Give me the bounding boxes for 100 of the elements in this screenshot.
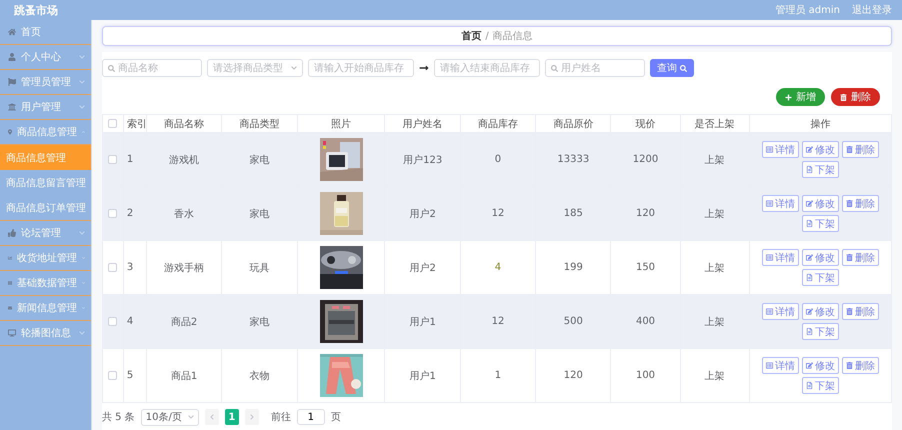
chevron-right-icon [248, 414, 255, 420]
row-action-button[interactable]: 详情 [762, 303, 799, 320]
logout-link[interactable]: 退出登录 [852, 3, 892, 17]
table-cell: 玩具 [249, 262, 270, 274]
sidebar-item[interactable]: 个人中心 [0, 45, 91, 70]
previous-page-button[interactable] [204, 409, 219, 425]
chevron-icon [188, 414, 194, 420]
list-icon [766, 146, 773, 153]
row-action-button[interactable]: 下架 [802, 215, 839, 232]
sidebar-subitem[interactable]: 商品信息留言管理 [0, 170, 91, 195]
table-cell: 用户2 [409, 262, 436, 274]
table-cell: 用户1 [409, 370, 436, 382]
search-icon [680, 64, 687, 72]
table-cell: 上架 [704, 154, 725, 166]
row-action-button[interactable]: 删除 [842, 249, 879, 266]
trash-icon [846, 308, 853, 315]
edit-icon [806, 146, 813, 153]
edit-icon [806, 200, 813, 207]
trash-icon [840, 94, 847, 100]
total-count: 共 5 条 [102, 410, 135, 424]
table-cell: 上架 [704, 262, 725, 274]
row-action-button[interactable]: 下架 [802, 323, 839, 340]
column-header: 用户姓名 [402, 118, 443, 130]
breadcrumb-item[interactable]: 首页 [461, 29, 482, 43]
row-action-button[interactable]: 修改 [802, 141, 839, 158]
row-action-button[interactable]: 删除 [842, 303, 879, 320]
row-action-button[interactable]: 详情 [762, 249, 799, 266]
column-header: 索引 [126, 118, 147, 130]
page-number-button[interactable]: 1 [224, 409, 239, 425]
row-checkbox[interactable] [108, 208, 118, 218]
plus-icon [785, 94, 792, 100]
edit-icon [806, 254, 813, 261]
app-title: 跳蚤市场 [14, 2, 58, 18]
row-action-button[interactable]: 下架 [802, 269, 839, 286]
table-cell: 用户123 [403, 154, 442, 166]
bar-chart-icon [8, 254, 12, 262]
row-checkbox[interactable] [108, 316, 118, 326]
table-cell: 13333 [557, 154, 590, 165]
table-cell: 商品2 [170, 316, 198, 328]
row-action-button[interactable]: 详情 [762, 195, 799, 212]
row-action-button[interactable]: 详情 [762, 141, 799, 158]
table-cell: 120 [564, 370, 583, 381]
flag-icon [8, 78, 16, 86]
add-button[interactable]: 新增 [776, 88, 825, 106]
thumbs-up-icon [8, 229, 16, 237]
row-action-button[interactable]: 删除 [842, 141, 879, 158]
sidebar-item[interactable]: 基础数据管理 [0, 271, 91, 296]
column-header: 操作 [810, 118, 830, 130]
delete-button[interactable]: 删除 [831, 88, 880, 106]
document-icon [806, 382, 813, 389]
breadcrumb-item[interactable]: 商品信息 [492, 29, 533, 43]
row-action-button[interactable]: 修改 [802, 357, 839, 374]
column-header: 现价 [636, 118, 656, 130]
table-cell: 家电 [249, 208, 270, 220]
row-action-button[interactable]: 删除 [842, 357, 879, 374]
column-header: 商品名称 [164, 118, 204, 130]
table-cell: 1 [126, 154, 134, 165]
location-pin-icon [8, 128, 12, 136]
table-cell: 家电 [249, 154, 270, 166]
table-cell: 100 [636, 370, 656, 381]
sidebar-subitem[interactable]: 商品信息订单管理 [0, 195, 91, 220]
sidebar-subitem[interactable]: 商品信息管理 [0, 145, 91, 170]
sidebar-item[interactable]: 收货地址管理 [0, 246, 91, 271]
row-action-button[interactable]: 修改 [802, 303, 839, 320]
edit-icon [806, 362, 813, 369]
table-cell: 120 [636, 208, 656, 219]
row-action-button[interactable]: 删除 [842, 195, 879, 212]
row-action-button[interactable]: 下架 [802, 161, 839, 178]
table-cell: 游戏手柄 [164, 262, 204, 274]
sidebar-item[interactable]: 首页 [0, 20, 91, 45]
table-cell: 3 [126, 262, 134, 273]
table-cell: 12 [492, 208, 504, 219]
breadcrumb-separator: / [485, 30, 489, 42]
sidebar-item[interactable]: 新闻信息管理 [0, 296, 91, 321]
query-button[interactable]: 查询 [650, 59, 694, 77]
sidebar-item[interactable]: 轮播图信息 [0, 321, 91, 346]
sidebar-item[interactable]: 用户管理 [0, 95, 91, 120]
select-all-checkbox[interactable] [108, 118, 118, 128]
table-cell: 用户2 [409, 208, 436, 220]
row-action-button[interactable]: 下架 [802, 377, 839, 394]
table-cell: 香水 [174, 208, 194, 220]
row-checkbox[interactable] [108, 262, 118, 272]
page-size-select[interactable]: 10条/页 [140, 408, 199, 426]
column-header: 商品原价 [553, 118, 594, 130]
table-cell: 游戏机 [169, 154, 200, 166]
goto-page-field[interactable]: 1 [296, 409, 325, 425]
document-icon [806, 274, 813, 281]
row-action-button[interactable]: 修改 [802, 249, 839, 266]
row-checkbox[interactable] [108, 370, 118, 380]
row-action-button[interactable]: 修改 [802, 195, 839, 212]
row-checkbox[interactable] [108, 154, 118, 164]
user-icon [8, 53, 16, 61]
envelope-icon [8, 304, 12, 312]
table-cell: 199 [564, 262, 583, 273]
next-page-button[interactable] [244, 409, 259, 425]
sidebar-item[interactable]: 论坛管理 [0, 221, 91, 246]
row-action-button[interactable]: 详情 [762, 357, 799, 374]
trash-icon [846, 200, 853, 207]
sidebar-item[interactable]: 管理员管理 [0, 70, 91, 95]
table-cell: 家电 [249, 316, 270, 328]
